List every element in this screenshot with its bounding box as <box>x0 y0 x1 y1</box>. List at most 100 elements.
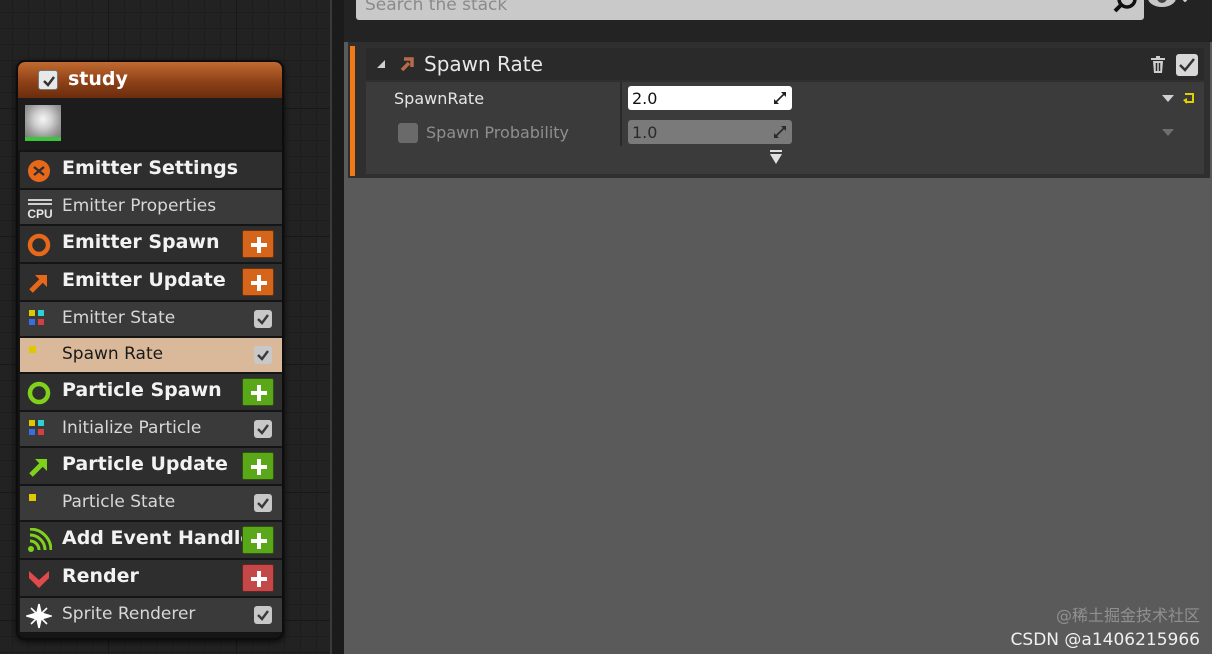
stack-group-render[interactable]: Render <box>20 560 282 596</box>
module-enable-checkbox[interactable] <box>254 420 272 438</box>
svg-text:CPU: CPU <box>27 207 52 221</box>
node-title: study <box>68 68 128 90</box>
module-card-spawn-rate: Spawn Rate SpawnRate 2.0 Spawn Probabili… <box>348 42 1210 178</box>
plus-icon <box>251 459 267 475</box>
stack-group-emitter-update[interactable]: Emitter Update <box>20 264 282 300</box>
stack-item-label: Particle Update <box>62 453 228 475</box>
spawn-ring-icon <box>26 232 54 260</box>
watermark-line-2: CSDN @a1406215966 <box>1010 630 1200 650</box>
sprite-star-icon <box>24 603 54 631</box>
stack-panel: Search the stack Spawn Rate SpawnRate 2.… <box>344 0 1212 654</box>
watermark: @稀土掘金技术社区 CSDN @a1406215966 <box>1011 604 1200 652</box>
param-value: 2.0 <box>632 89 658 108</box>
param-value: 1.0 <box>632 123 658 142</box>
stack-item-sprite-renderer[interactable]: Sprite Renderer <box>20 598 282 632</box>
add-module-button[interactable] <box>242 452 274 480</box>
cpu-icon: CPU <box>26 195 54 223</box>
add-module-button[interactable] <box>242 378 274 406</box>
stack-item-label: Emitter Settings <box>62 157 239 179</box>
module-enable-checkbox[interactable] <box>254 606 272 624</box>
stack-item-label: Emitter Properties <box>62 196 217 216</box>
spawn-probability-checkbox[interactable] <box>398 123 418 143</box>
stack-group-particle-spawn[interactable]: Particle Spawn <box>20 374 282 410</box>
checkmark-icon <box>257 498 269 509</box>
module-enable-checkbox[interactable] <box>1176 54 1198 76</box>
node-enable-checkbox[interactable] <box>38 70 58 90</box>
advanced-expander-row[interactable] <box>366 146 1204 174</box>
module-enable-checkbox[interactable] <box>254 310 272 328</box>
stack-group-emitter-settings[interactable]: Emitter Settings <box>20 152 282 188</box>
trash-icon[interactable] <box>1150 56 1166 74</box>
stack-item-label: Initialize Particle <box>62 418 202 438</box>
plus-icon <box>251 237 267 253</box>
thumbnail-area <box>18 98 282 150</box>
update-arrow-icon <box>26 270 54 298</box>
spawnrate-value-field[interactable]: 2.0 <box>628 86 792 110</box>
module-title: Spawn Rate <box>424 52 543 76</box>
module-dot-icon <box>26 491 54 519</box>
stack-group-emitter-spawn[interactable]: Emitter Spawn <box>20 226 282 262</box>
column-divider[interactable] <box>620 116 622 150</box>
module-dots-icon <box>26 417 54 445</box>
drag-handle-icon[interactable] <box>773 91 787 105</box>
stack-group-particle-update[interactable]: Particle Update <box>20 448 282 484</box>
dropdown-arrow-icon[interactable] <box>1162 129 1174 137</box>
update-arrow-icon <box>26 454 54 482</box>
plus-icon <box>251 385 267 401</box>
spawn-probability-value-field[interactable]: 1.0 <box>628 120 792 144</box>
checkmark-icon <box>1179 58 1195 72</box>
emitter-update-arrow-icon <box>400 57 414 72</box>
drag-handle-icon[interactable] <box>773 125 787 139</box>
stack-item-initialize-particle[interactable]: Initialize Particle <box>20 412 282 446</box>
watermark-line-1: @稀土掘金技术社区 <box>1055 606 1200 625</box>
stack-item-particle-state[interactable]: Particle State <box>20 486 282 520</box>
stack-item-label: Emitter Update <box>62 269 226 291</box>
stack-group-add-event-handler[interactable]: Add Event Handler <box>20 522 282 558</box>
panel-splitter[interactable] <box>330 0 344 654</box>
event-signal-icon <box>26 527 54 556</box>
param-name: Spawn Probability <box>426 123 570 142</box>
stack-item-label: Particle Spawn <box>62 379 222 401</box>
plus-icon <box>251 275 267 291</box>
param-name: SpawnRate <box>394 89 485 108</box>
emitter-node[interactable]: study Emitter Settings CPU Emitter Propert… <box>16 60 284 640</box>
plus-icon <box>251 571 267 587</box>
stack-item-label: Spawn Rate <box>62 344 164 364</box>
add-module-button[interactable] <box>242 268 274 296</box>
add-module-button[interactable] <box>242 526 274 554</box>
stack-item-label: Particle State <box>62 492 176 512</box>
visibility-eye-icon[interactable] <box>1146 0 1194 14</box>
checkmark-icon <box>257 314 269 325</box>
module-enable-checkbox[interactable] <box>254 346 272 364</box>
search-bar-area: Search the stack <box>344 0 1212 42</box>
render-chevron-icon <box>26 566 54 594</box>
module-dots-icon <box>26 307 54 335</box>
add-module-button[interactable] <box>242 564 274 592</box>
search-input[interactable]: Search the stack <box>356 0 1144 20</box>
stack-item-emitter-state[interactable]: Emitter State <box>20 302 282 336</box>
node-header[interactable]: study <box>18 62 282 98</box>
node-graph-canvas[interactable]: study Emitter Settings CPU Emitter Propert… <box>0 0 333 654</box>
add-module-button[interactable] <box>242 230 274 258</box>
stack-item-label: Render <box>62 565 139 587</box>
module-accent-bar <box>350 46 355 176</box>
column-divider[interactable] <box>620 82 622 116</box>
stack-item-emitter-properties[interactable]: CPU Emitter Properties <box>20 190 282 224</box>
stack-item-label: Emitter State <box>62 308 176 328</box>
checkmark-icon <box>257 610 269 621</box>
emitter-thumbnail[interactable] <box>25 105 61 141</box>
module-enable-checkbox[interactable] <box>254 494 272 512</box>
stack-item-spawn-rate[interactable]: Spawn Rate <box>20 338 282 372</box>
expand-advanced-icon[interactable] <box>769 150 783 166</box>
stack-item-label: Emitter Spawn <box>62 231 220 253</box>
reset-to-default-icon[interactable] <box>1182 91 1196 105</box>
param-row-spawnrate: SpawnRate 2.0 <box>366 82 1204 116</box>
collapse-triangle-icon[interactable] <box>375 58 387 70</box>
stack-item-label: Sprite Renderer <box>62 604 196 624</box>
dropdown-arrow-icon[interactable] <box>1162 95 1174 103</box>
module-header[interactable]: Spawn Rate <box>366 48 1204 80</box>
checkmark-icon <box>43 76 55 87</box>
module-dot-icon <box>26 343 54 371</box>
search-placeholder: Search the stack <box>365 0 508 15</box>
search-icon[interactable] <box>1112 0 1138 14</box>
